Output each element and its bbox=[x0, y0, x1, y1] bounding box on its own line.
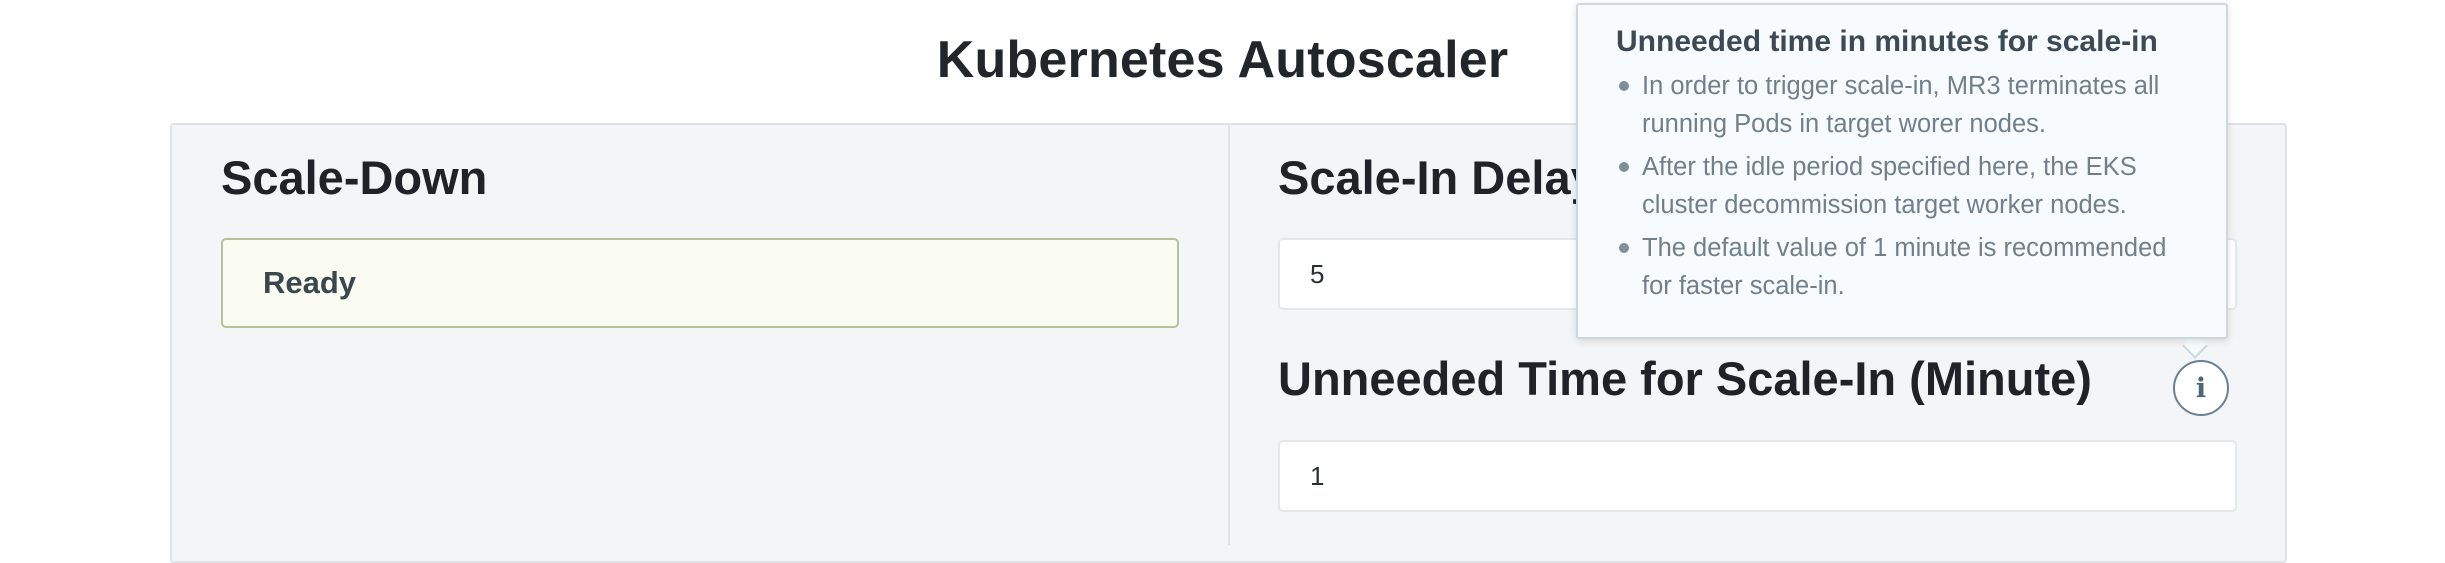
tooltip-title: Unneeded time in minutes for scale-in bbox=[1616, 25, 2158, 58]
scale-in-delay-heading: Scale-In Delay bbox=[1278, 151, 1597, 204]
bullet-icon bbox=[1619, 81, 1629, 91]
tooltip-item-text: The default value of 1 minute is recomme… bbox=[1642, 234, 2167, 300]
tooltip-item-text: In order to trigger scale-in, MR3 termin… bbox=[1642, 72, 2160, 138]
bullet-icon bbox=[1619, 162, 1629, 172]
info-button[interactable]: i bbox=[2173, 360, 2229, 416]
tooltip-item: In order to trigger scale-in, MR3 termin… bbox=[1616, 67, 2188, 143]
panel-divider bbox=[1228, 125, 1230, 545]
bullet-icon bbox=[1619, 243, 1629, 253]
scale-down-status-text: Ready bbox=[263, 265, 357, 300]
tooltip-item: After the idle period specified here, th… bbox=[1616, 148, 2188, 224]
tooltip-item-text: After the idle period specified here, th… bbox=[1642, 153, 2137, 219]
unneeded-time-heading: Unneeded Time for Scale-In (Minute) bbox=[1278, 352, 2092, 405]
info-tooltip: Unneeded time in minutes for scale-in In… bbox=[1576, 3, 2228, 339]
tooltip-list: In order to trigger scale-in, MR3 termin… bbox=[1616, 67, 2188, 305]
scale-down-status: Ready bbox=[221, 238, 1179, 328]
tooltip-item: The default value of 1 minute is recomme… bbox=[1616, 229, 2188, 305]
info-circle-icon: i bbox=[2195, 372, 2207, 404]
scale-down-heading: Scale-Down bbox=[221, 151, 488, 204]
unneeded-time-input[interactable] bbox=[1278, 440, 2237, 512]
